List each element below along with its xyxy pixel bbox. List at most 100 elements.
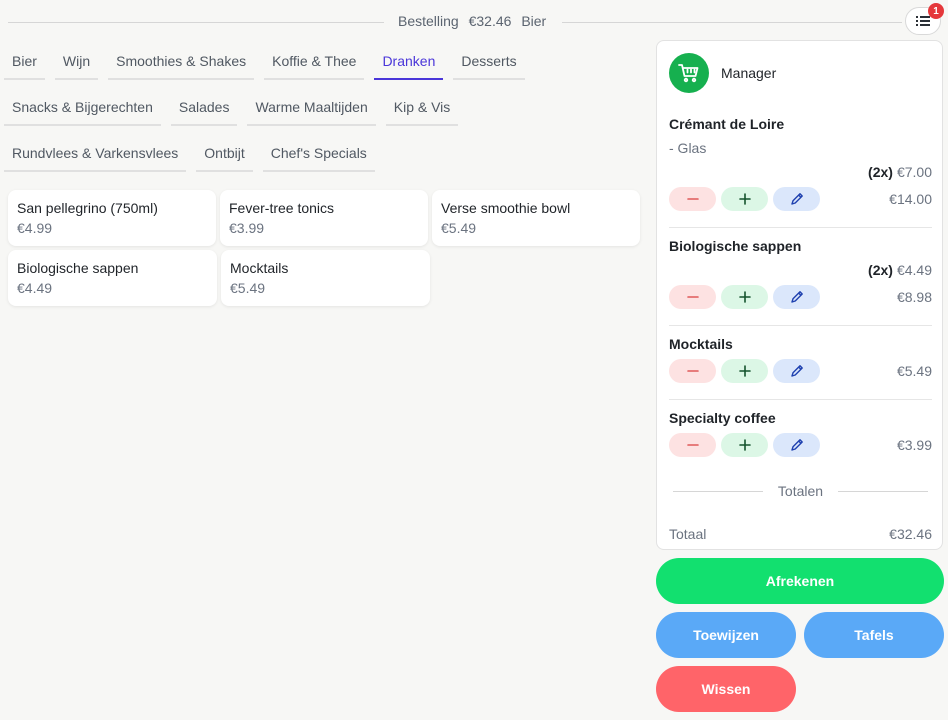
cart-icon bbox=[678, 64, 699, 83]
order-item: Specialty coffee €3.99 bbox=[669, 410, 932, 457]
order-item-name: Mocktails bbox=[669, 336, 733, 352]
order-item-name: Biologische sappen bbox=[669, 238, 802, 254]
tab-ontbijt[interactable]: Ontbijt bbox=[196, 136, 253, 172]
cart-avatar bbox=[669, 53, 709, 93]
order-item: Crémant de Loire - Glas (2x) €7.00 €14.00 bbox=[669, 116, 932, 211]
tab-row: Rundvlees & Varkensvlees Ontbijt Chef's … bbox=[4, 136, 644, 182]
pencil-icon bbox=[790, 291, 803, 303]
order-label: Bestelling bbox=[398, 13, 459, 29]
order-item-controls: €3.99 bbox=[669, 433, 932, 457]
tab-bier[interactable]: Bier bbox=[4, 44, 45, 80]
grand-total-label: Totaal bbox=[669, 526, 707, 542]
product-card[interactable]: Mocktails €5.49 bbox=[221, 250, 430, 306]
order-item-quantity: (2x) bbox=[868, 262, 893, 278]
order-item-controls: €5.49 bbox=[669, 359, 932, 383]
tab-snacks-bijgerechten[interactable]: Snacks & Bijgerechten bbox=[4, 90, 161, 126]
minus-icon bbox=[686, 370, 699, 372]
decrease-quantity-button[interactable] bbox=[669, 433, 716, 457]
order-item-controls: €8.98 bbox=[669, 285, 932, 309]
product-card[interactable]: Biologische sappen €4.49 bbox=[8, 250, 217, 306]
item-divider bbox=[669, 227, 932, 228]
pencil-icon bbox=[790, 439, 803, 451]
order-item-total: €8.98 bbox=[896, 289, 932, 305]
order-item-total: €5.49 bbox=[896, 363, 932, 379]
assign-button[interactable]: Toewijzen bbox=[656, 612, 796, 658]
tab-wijn[interactable]: Wijn bbox=[54, 44, 99, 80]
order-owner: Manager bbox=[669, 53, 776, 93]
tab-kip-vis[interactable]: Kip & Vis bbox=[385, 90, 459, 126]
increase-quantity-button[interactable] bbox=[721, 187, 768, 211]
edit-item-button[interactable] bbox=[773, 359, 820, 383]
order-item-name: Crémant de Loire bbox=[669, 116, 785, 132]
tab-row: Bier Wijn Smoothies & Shakes Koffie & Th… bbox=[4, 44, 644, 90]
edit-item-button[interactable] bbox=[773, 433, 820, 457]
product-price: €4.49 bbox=[17, 280, 53, 296]
product-name: Fever-tree tonics bbox=[229, 200, 335, 216]
tables-button[interactable]: Tafels bbox=[804, 612, 944, 658]
plus-icon bbox=[738, 365, 751, 377]
list-icon bbox=[916, 16, 930, 26]
grand-total-row: Totaal €32.46 bbox=[669, 526, 932, 542]
product-row: Biologische sappen €4.49 Mocktails €5.49 bbox=[8, 250, 644, 306]
order-item: Mocktails €5.49 bbox=[669, 336, 932, 383]
increase-quantity-button[interactable] bbox=[721, 285, 768, 309]
edit-item-button[interactable] bbox=[773, 285, 820, 309]
order-item-modifier: - Glas bbox=[669, 140, 707, 156]
orders-count-badge: 1 bbox=[928, 3, 944, 19]
order-amount: €32.46 bbox=[468, 13, 512, 29]
totals-heading: Totalen bbox=[673, 483, 928, 499]
product-card[interactable]: Verse smoothie bowl €5.49 bbox=[432, 190, 640, 246]
tab-desserts[interactable]: Desserts bbox=[453, 44, 525, 80]
minus-icon bbox=[686, 444, 699, 446]
tab-salades[interactable]: Salades bbox=[170, 90, 238, 126]
decrease-quantity-button[interactable] bbox=[669, 187, 716, 211]
order-item-total: €14.00 bbox=[889, 191, 932, 207]
category-tabs: Bier Wijn Smoothies & Shakes Koffie & Th… bbox=[4, 44, 644, 182]
header-divider-left bbox=[8, 22, 384, 23]
minus-icon bbox=[686, 296, 699, 298]
tab-koffie-thee[interactable]: Koffie & Thee bbox=[264, 44, 365, 80]
header-divider-right bbox=[562, 22, 902, 23]
clear-order-button[interactable]: Wissen bbox=[656, 666, 796, 712]
increase-quantity-button[interactable] bbox=[721, 359, 768, 383]
tab-rundvlees-varkensvlees[interactable]: Rundvlees & Varkensvlees bbox=[4, 136, 187, 172]
product-card[interactable]: San pellegrino (750ml) €4.99 bbox=[8, 190, 216, 246]
order-item-quantity: (2x) bbox=[868, 164, 893, 180]
checkout-button[interactable]: Afrekenen bbox=[656, 558, 944, 604]
order-item-unit-price: €4.49 bbox=[896, 262, 932, 278]
minus-icon bbox=[686, 198, 699, 200]
decrease-quantity-button[interactable] bbox=[669, 285, 716, 309]
decrease-quantity-button[interactable] bbox=[669, 359, 716, 383]
order-item-quantity-line: (2x) €4.49 bbox=[669, 262, 932, 278]
plus-icon bbox=[738, 193, 751, 205]
product-price: €5.49 bbox=[230, 280, 266, 296]
plus-icon bbox=[738, 291, 751, 303]
product-name: Verse smoothie bowl bbox=[441, 200, 571, 216]
edit-item-button[interactable] bbox=[773, 187, 820, 211]
plus-icon bbox=[738, 439, 751, 451]
product-card[interactable]: Fever-tree tonics €3.99 bbox=[220, 190, 428, 246]
order-item-unit-price: €7.00 bbox=[896, 164, 932, 180]
increase-quantity-button[interactable] bbox=[721, 433, 768, 457]
order-header: Bestelling €32.46 Bier 1 bbox=[0, 0, 948, 44]
tab-chefs-specials[interactable]: Chef's Specials bbox=[262, 136, 375, 172]
product-price: €3.99 bbox=[229, 220, 265, 236]
totals-divider-right bbox=[838, 491, 928, 492]
order-item-quantity-line: (2x) €7.00 bbox=[669, 164, 932, 180]
tab-row: Snacks & Bijgerechten Salades Warme Maal… bbox=[4, 90, 644, 136]
item-divider bbox=[669, 325, 932, 326]
product-name: San pellegrino (750ml) bbox=[17, 200, 158, 216]
tab-warme-maaltijden[interactable]: Warme Maaltijden bbox=[247, 90, 376, 126]
product-price: €5.49 bbox=[441, 220, 477, 236]
order-panel: Manager Crémant de Loire - Glas (2x) €7.0… bbox=[656, 40, 943, 550]
product-name: Biologische sappen bbox=[17, 260, 139, 276]
order-item-controls: €14.00 bbox=[669, 187, 932, 211]
order-owner-name: Manager bbox=[721, 65, 777, 81]
pencil-icon bbox=[790, 193, 803, 205]
tab-dranken[interactable]: Dranken bbox=[374, 44, 444, 80]
order-item-total: €3.99 bbox=[896, 437, 932, 453]
order-item: Biologische sappen (2x) €4.49 €8.98 bbox=[669, 238, 932, 309]
tab-smoothies-shakes[interactable]: Smoothies & Shakes bbox=[108, 44, 255, 80]
product-grid: San pellegrino (750ml) €4.99 Fever-tree … bbox=[8, 190, 644, 310]
product-name: Mocktails bbox=[230, 260, 289, 276]
